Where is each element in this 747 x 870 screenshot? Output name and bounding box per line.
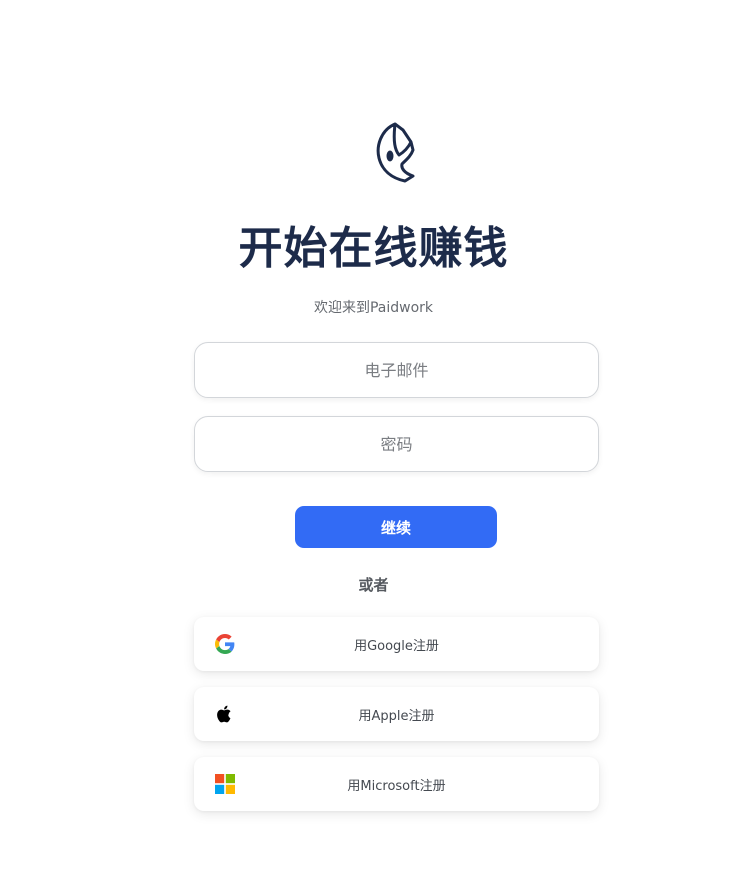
page-title: 开始在线赚钱: [238, 223, 509, 274]
or-divider: 或者: [358, 576, 389, 594]
microsoft-signup-label: 用Microsoft注册: [347, 779, 446, 794]
apple-signup-button[interactable]: 用Apple注册: [194, 687, 599, 741]
paidwork-logo: [376, 122, 415, 183]
welcome-subtitle: 欢迎来到Paidwork: [313, 300, 434, 316]
signup-page: 开始在线赚钱 欢迎来到Paidwork 继续 或者 用Google注册 用App…: [0, 0, 747, 870]
google-signup-button[interactable]: 用Google注册: [194, 617, 599, 671]
email-field[interactable]: [194, 342, 599, 398]
microsoft-signup-button[interactable]: 用Microsoft注册: [194, 757, 599, 811]
password-field[interactable]: [194, 416, 599, 472]
continue-button[interactable]: 继续: [295, 506, 497, 548]
google-signup-label: 用Google注册: [354, 639, 439, 654]
apple-signup-label: 用Apple注册: [358, 709, 435, 724]
